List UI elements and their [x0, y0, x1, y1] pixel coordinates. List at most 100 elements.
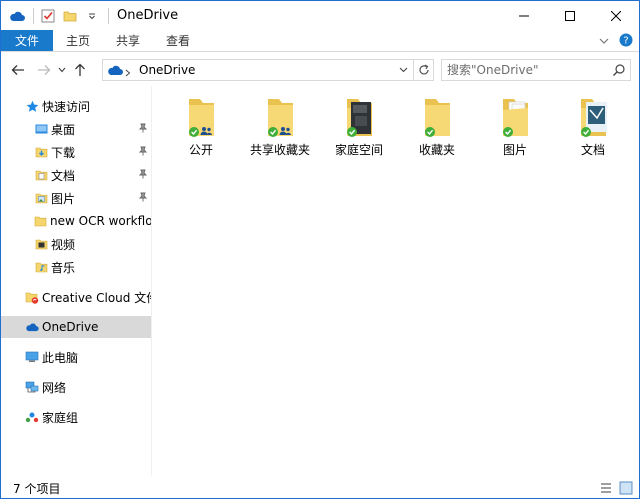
nav-label: OneDrive — [42, 320, 99, 334]
pin-icon[interactable] — [138, 168, 148, 182]
nav-onedrive[interactable]: OneDrive — [1, 316, 151, 338]
folder-label: 公开 — [188, 143, 213, 157]
nav-homegroup[interactable]: 家庭组 — [1, 406, 151, 428]
folder-label: 收藏夹 — [418, 143, 455, 157]
folder-label: 共享收藏夹 — [249, 143, 310, 157]
folder-thumbnail-icon — [581, 99, 607, 137]
music-folder-icon — [34, 260, 48, 274]
nav-network[interactable]: 网络 — [1, 376, 151, 398]
nav-label: Creative Cloud 文件 — [42, 290, 151, 305]
search-input[interactable] — [447, 63, 597, 77]
nav-label: 家庭组 — [42, 410, 79, 425]
navigation-bar: OneDrive — [1, 56, 639, 84]
nav-label: new OCR workflow — [50, 214, 151, 228]
navigation-pane: 快速访问 桌面 下载 文档 图片 new OCR workfl 视频 音乐 Cr… — [1, 86, 151, 476]
svg-text:?: ? — [623, 35, 628, 46]
video-folder-icon — [34, 237, 48, 251]
computer-icon — [25, 350, 39, 364]
folder-icon — [268, 99, 293, 137]
nav-label: 网络 — [42, 380, 67, 395]
folder-label: 图片 — [502, 143, 527, 157]
onedrive-cloud-icon — [25, 320, 39, 334]
nav-label: 文档 — [51, 168, 76, 183]
status-bar: 7 个项目 — [1, 478, 639, 498]
tab-file[interactable]: 文件 — [1, 30, 53, 51]
refresh-icon — [418, 64, 429, 75]
customize-toolbar-chevron-icon[interactable] — [82, 6, 102, 26]
quick-access-toolbar: OneDrive — [1, 1, 178, 30]
close-button[interactable] — [593, 1, 639, 30]
folder-icon — [189, 99, 214, 137]
folder-item-pictures[interactable]: 图片 — [477, 96, 553, 160]
pin-icon[interactable] — [138, 191, 148, 205]
star-icon — [25, 99, 39, 113]
nav-label: 视频 — [51, 237, 76, 252]
search-box[interactable] — [441, 59, 631, 81]
desktop-folder-icon — [34, 122, 48, 136]
forward-arrow-icon[interactable] — [33, 59, 55, 81]
folder-icon — [34, 214, 47, 228]
properties-check-icon[interactable] — [38, 6, 58, 26]
tab-share[interactable]: 共享 — [103, 30, 153, 51]
back-arrow-icon[interactable] — [7, 59, 29, 81]
tab-view[interactable]: 查看 — [153, 30, 203, 51]
network-icon — [25, 380, 39, 394]
address-bar[interactable]: OneDrive — [102, 59, 414, 81]
folder-item-favorites[interactable]: 收藏夹 — [399, 96, 475, 160]
folder-item-shared-favorites[interactable]: 共享收藏夹 — [242, 96, 318, 160]
pin-icon[interactable] — [138, 122, 148, 136]
nav-label: 图片 — [51, 191, 76, 206]
folder-label: 家庭空间 — [334, 143, 383, 157]
new-folder-icon[interactable] — [60, 6, 80, 26]
nav-quick-item[interactable]: 视频 — [1, 233, 151, 255]
recent-locations-chevron-icon[interactable] — [55, 59, 69, 81]
refresh-button[interactable] — [414, 59, 434, 81]
toolbar-separator — [33, 7, 34, 24]
toolbar-separator — [108, 7, 109, 24]
creative-cloud-folder-icon — [25, 290, 39, 304]
folder-label: 文档 — [580, 143, 605, 157]
nav-label: 下载 — [51, 145, 76, 160]
nav-quick-item[interactable]: 桌面 — [1, 118, 151, 140]
nav-quick-item[interactable]: 下载 — [1, 141, 151, 163]
nav-quick-item[interactable]: 文档 — [1, 164, 151, 186]
folder-view: 公开 共享收藏夹 家庭空间 收藏夹 图片 文档 — [153, 86, 639, 476]
nav-quick-item[interactable]: 音乐 — [1, 256, 151, 278]
homegroup-icon — [25, 410, 39, 424]
item-count: 7 个项目 — [13, 481, 61, 496]
nav-quick-item[interactable]: 图片 — [1, 187, 151, 209]
document-folder-icon — [34, 168, 48, 182]
help-icon[interactable]: ? — [619, 33, 633, 50]
minimize-button[interactable] — [501, 1, 547, 30]
nav-pane-divider — [151, 86, 152, 476]
pin-icon[interactable] — [138, 145, 148, 159]
download-folder-icon — [34, 145, 48, 159]
breadcrumb-separator-icon[interactable] — [125, 66, 131, 80]
large-icons-view-icon[interactable] — [619, 481, 633, 495]
title-bar: OneDrive — [1, 1, 639, 30]
search-icon[interactable] — [612, 63, 626, 80]
onedrive-cloud-icon — [107, 64, 123, 79]
ribbon-tabs: 文件 主页 共享 查看 ? — [1, 30, 639, 52]
folder-thumbnail-icon — [503, 99, 528, 137]
details-view-icon[interactable] — [599, 481, 613, 495]
address-history-chevron-icon[interactable] — [395, 62, 411, 78]
expand-ribbon-chevron-icon[interactable] — [599, 34, 609, 48]
tab-home[interactable]: 主页 — [53, 30, 103, 51]
explorer-window: OneDrive 文件 主页 共享 查看 ? OneDrive 搜索"OneDr… — [0, 0, 640, 499]
nav-quick-access[interactable]: 快速访问 — [1, 95, 151, 117]
nav-creative-cloud[interactable]: Creative Cloud 文件 — [1, 286, 151, 308]
nav-this-pc[interactable]: 此电脑 — [1, 346, 151, 368]
onedrive-cloud-icon[interactable] — [7, 6, 27, 26]
maximize-button[interactable] — [547, 1, 593, 30]
folder-item-documents[interactable]: 文档 — [555, 96, 631, 160]
folder-item-public[interactable]: 公开 — [163, 96, 239, 160]
nav-quick-item[interactable]: new OCR workflow — [1, 210, 151, 232]
folder-item-family-space[interactable]: 家庭空间 — [321, 96, 397, 160]
breadcrumb-onedrive[interactable]: OneDrive — [139, 63, 195, 77]
up-arrow-icon[interactable] — [69, 59, 91, 81]
ribbon-right-controls: ? — [599, 30, 633, 52]
nav-label: 桌面 — [51, 122, 76, 137]
nav-label: 此电脑 — [42, 350, 79, 365]
folder-thumbnail-icon — [347, 99, 372, 137]
